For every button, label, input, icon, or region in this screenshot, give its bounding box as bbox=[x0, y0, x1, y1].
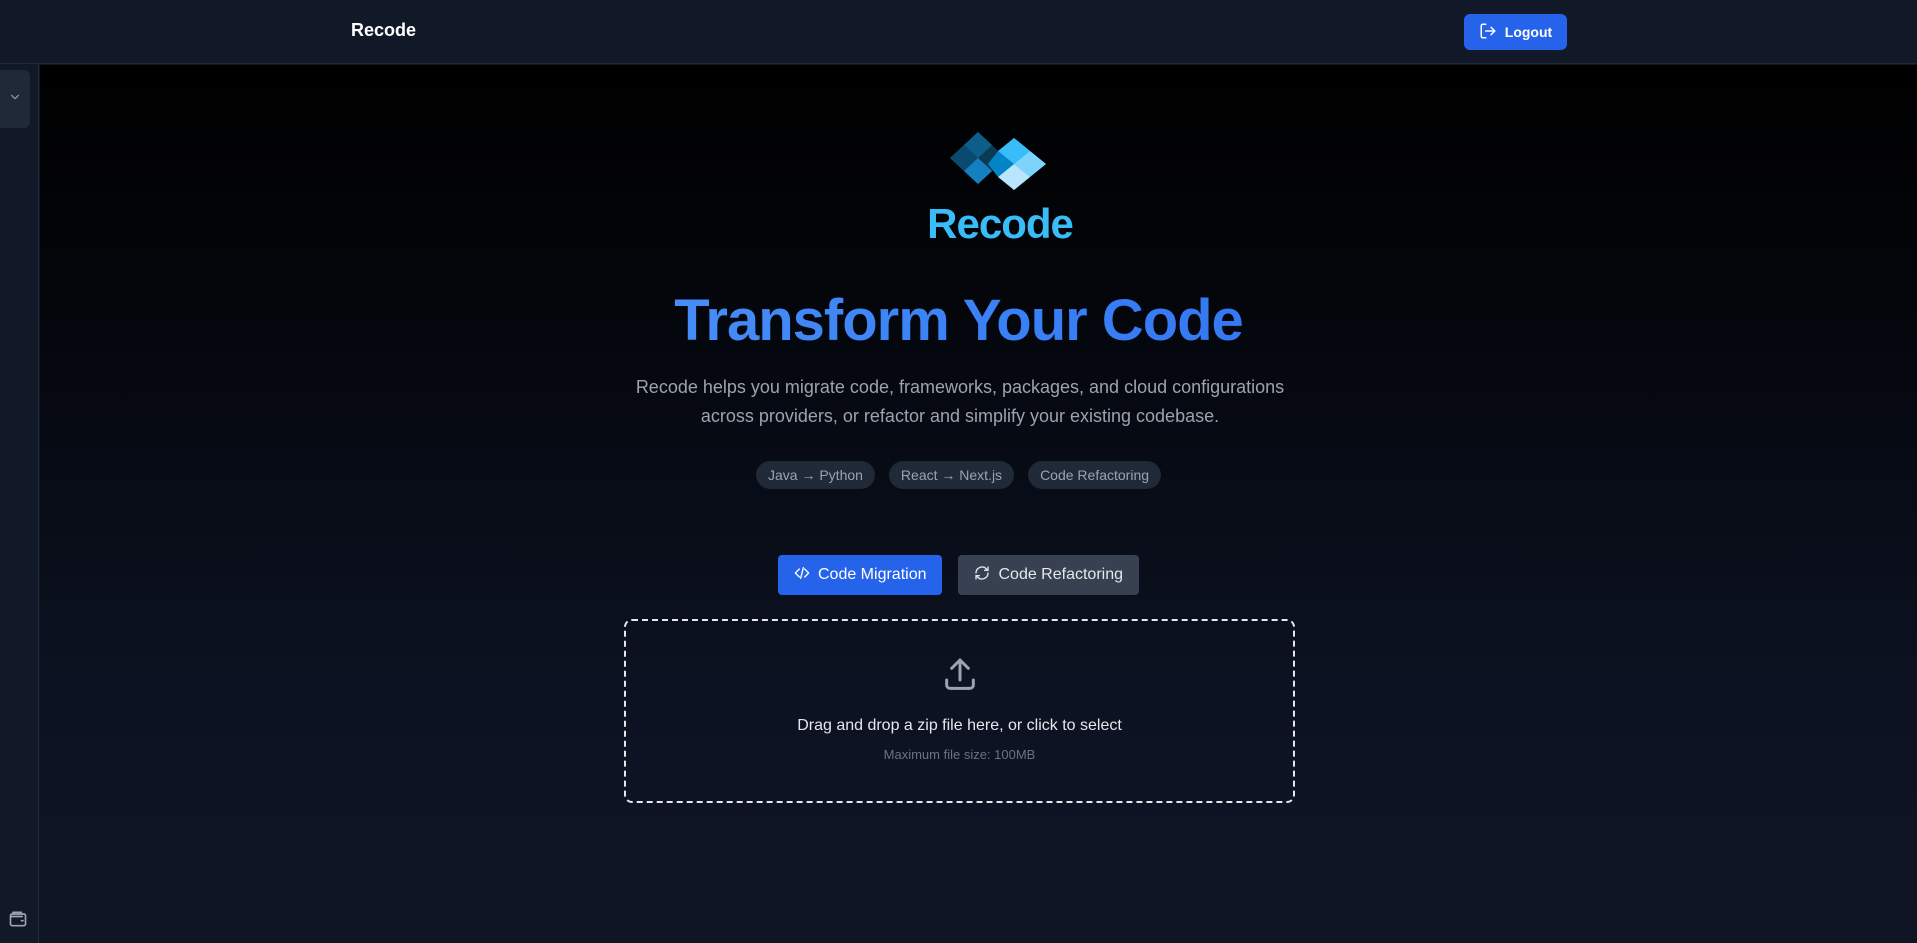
mode-selector: Code Migration Code Refactoring bbox=[40, 555, 1877, 595]
app-logo: Recode bbox=[910, 132, 1090, 252]
tag-code-refactoring: Code Refactoring bbox=[1028, 461, 1162, 489]
chevron-down-icon bbox=[8, 90, 22, 109]
hero-description: Recode helps you migrate code, framework… bbox=[635, 377, 1285, 426]
main-content: Recode Transform Your Code Recode helps … bbox=[40, 65, 1917, 943]
code-migration-button[interactable]: Code Migration bbox=[777, 555, 943, 595]
example-tags: Java → Python React → Next.js Code Refac… bbox=[40, 461, 1877, 489]
file-dropzone[interactable]: Drag and drop a zip file here, or click … bbox=[624, 619, 1295, 803]
hero-title: Transform Your Code bbox=[40, 287, 1877, 354]
code-refactoring-button[interactable]: Code Refactoring bbox=[958, 555, 1139, 595]
tag-react-nextjs: React → Next.js bbox=[888, 461, 1015, 489]
logo-text: Recode bbox=[927, 200, 1074, 247]
sidebar-toggle-button[interactable] bbox=[0, 70, 30, 128]
brand-name[interactable]: Recode bbox=[351, 20, 416, 41]
wallet-icon[interactable] bbox=[8, 909, 28, 929]
dropzone-title: Drag and drop a zip file here, or click … bbox=[797, 717, 1122, 734]
sidebar bbox=[0, 64, 39, 943]
top-navigation-bar: Recode Logout bbox=[0, 0, 1917, 64]
code-refactoring-label: Code Refactoring bbox=[998, 566, 1123, 583]
refresh-icon bbox=[974, 565, 990, 586]
tag-java-python: Java → Python bbox=[755, 461, 875, 489]
code-icon bbox=[794, 565, 810, 586]
logo-mark-icon bbox=[950, 132, 1046, 190]
logout-label: Logout bbox=[1504, 24, 1553, 40]
upload-icon bbox=[940, 655, 980, 695]
logout-icon bbox=[1479, 22, 1497, 43]
code-migration-label: Code Migration bbox=[817, 566, 927, 583]
dropzone-subtitle: Maximum file size: 100MB bbox=[883, 747, 1036, 762]
logout-button[interactable]: Logout bbox=[1464, 14, 1567, 50]
